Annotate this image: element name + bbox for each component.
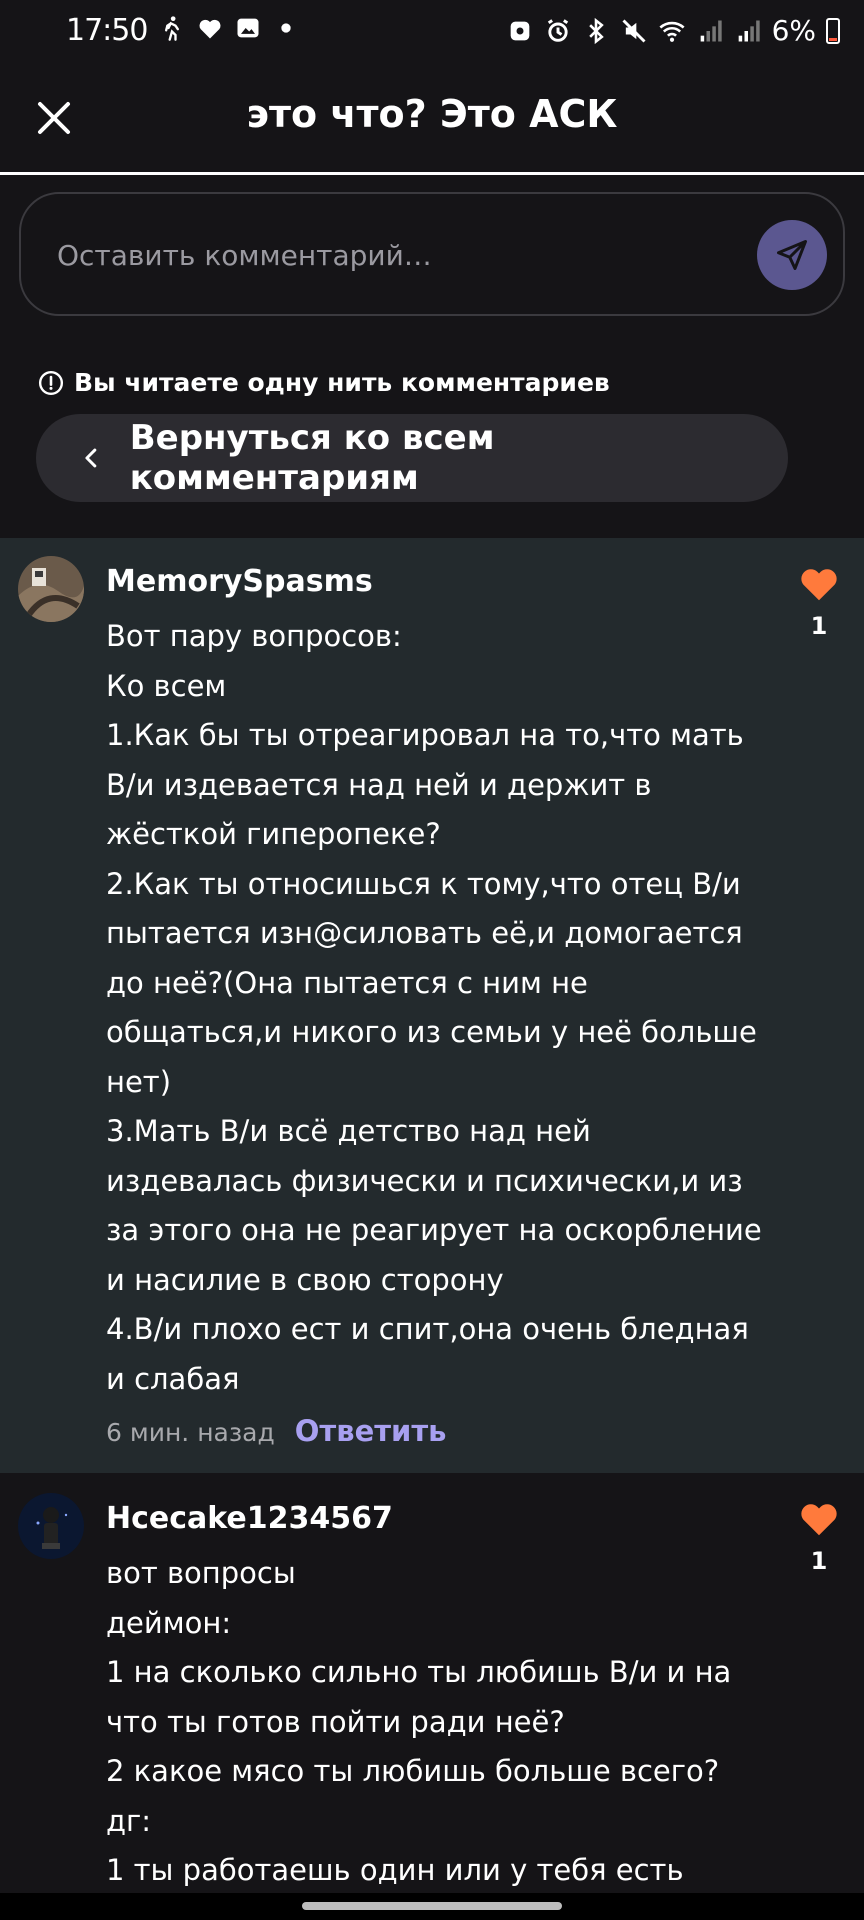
like-count: 1 (810, 612, 828, 640)
chevron-left-icon (85, 448, 97, 468)
heart-badge-icon (199, 19, 221, 39)
comment-line: Ко всем (106, 668, 227, 703)
comment-input[interactable] (55, 230, 699, 280)
comment-username[interactable]: Hcecake1234567 (106, 1501, 393, 1536)
info-icon (38, 370, 64, 395)
like-count: 1 (810, 1547, 828, 1575)
system-nav-bar (0, 1893, 864, 1920)
comment-line: 1 на сколько сильно ты любишь В/и и на (106, 1655, 732, 1689)
comment-username[interactable]: MemorySpasms (106, 564, 373, 599)
comment-line: 3.Мать В/и всё детство над ней (106, 1114, 591, 1148)
status-left-icons (158, 14, 300, 42)
comment-item: MemorySpasms Вот пару вопросов: Ко всем … (0, 538, 864, 1473)
comment-line: общаться,и никого из семьи у неё больше (106, 1015, 757, 1049)
status-time: 17:50 (66, 13, 148, 48)
comment-line: 2 какое мясо ты любишь больше всего? (106, 1754, 720, 1788)
heart-icon (801, 1504, 837, 1536)
battery-percent: 6% (771, 14, 816, 47)
back-button-label: Вернуться ко всем комментариям (129, 418, 495, 498)
comment-line: что ты готов пойти ради неё? (106, 1704, 565, 1739)
image-icon (237, 18, 259, 38)
status-right-icons: 6% (506, 14, 840, 47)
comment-line: Вот пару вопросов: (106, 619, 402, 653)
bluetooth-icon (588, 17, 604, 44)
alarm-icon (547, 18, 568, 42)
comment-line: 2.Как ты относишься к тому,что отец В/и (106, 866, 741, 901)
vpn-icon (510, 21, 529, 40)
back-to-all-comments-button[interactable]: Вернуться ко всем комментариям (36, 414, 788, 502)
dot-icon (281, 23, 291, 33)
comment-line: до неё?(Она пытается с ним не (106, 965, 588, 1000)
wifi-icon (659, 21, 685, 42)
comment-timestamp: 6 мин. назад (106, 1418, 275, 1447)
comment-line: 4.В/и плохо ест и спит,она очень бледная (106, 1312, 749, 1346)
thread-notice-text: Вы читаете одну нить комментариев (74, 368, 610, 397)
comment-text: Вот пару вопросов: Ко всем 1.Как бы ты о… (106, 612, 766, 1404)
comment-item: Hcecake1234567 вот вопросы деймон: 1 на … (0, 1473, 864, 1893)
mute-icon (622, 18, 646, 43)
send-icon (777, 240, 807, 270)
like-button[interactable]: 1 (796, 1499, 842, 1575)
home-indicator[interactable] (302, 1902, 562, 1910)
send-button[interactable] (757, 220, 827, 290)
battery-icon (826, 17, 840, 44)
avatar[interactable] (18, 556, 84, 622)
comment-line: дг: (106, 1803, 152, 1838)
comment-line: 1.Как бы ты отреагировал на то,что мать (106, 718, 744, 752)
like-button[interactable]: 1 (796, 564, 842, 640)
comment-line: и слабая (106, 1361, 240, 1396)
comment-composer (19, 192, 845, 316)
signal-icon (738, 20, 760, 41)
thread-notice: Вы читаете одну нить комментариев (38, 368, 610, 397)
top-app-bar: это что? Это АСК (0, 62, 864, 175)
comment-line: вот вопросы (106, 1556, 296, 1590)
comment-line: за этого она не реагирует на оскорбление (106, 1213, 762, 1247)
comment-line: жёсткой гиперопеке? (106, 817, 441, 851)
comment-line: 1 ты работаешь один или у тебя есть (106, 1853, 684, 1887)
reply-button[interactable]: Ответить (295, 1414, 447, 1448)
comment-text: вот вопросы деймон: 1 на сколько сильно … (106, 1549, 766, 1896)
comment-line: пытается изн@силовать её,и домогается (106, 916, 743, 950)
walk-icon (165, 16, 179, 41)
page-title: это что? Это АСК (246, 92, 618, 136)
avatar[interactable] (18, 1493, 84, 1559)
comment-line: и насилие в свою сторону (106, 1262, 504, 1297)
status-bar: 17:50 6% (0, 0, 864, 62)
heart-icon (801, 569, 837, 601)
comment-line: деймон: (106, 1605, 232, 1640)
signal-icon (700, 20, 722, 41)
comment-meta: 6 мин. назад Ответить (106, 1414, 447, 1448)
comment-line: В/и издевается над ней и держит в (106, 767, 652, 802)
comment-line: издевалась физически и психически,и из (106, 1163, 743, 1198)
comment-line: нет) (106, 1064, 172, 1099)
